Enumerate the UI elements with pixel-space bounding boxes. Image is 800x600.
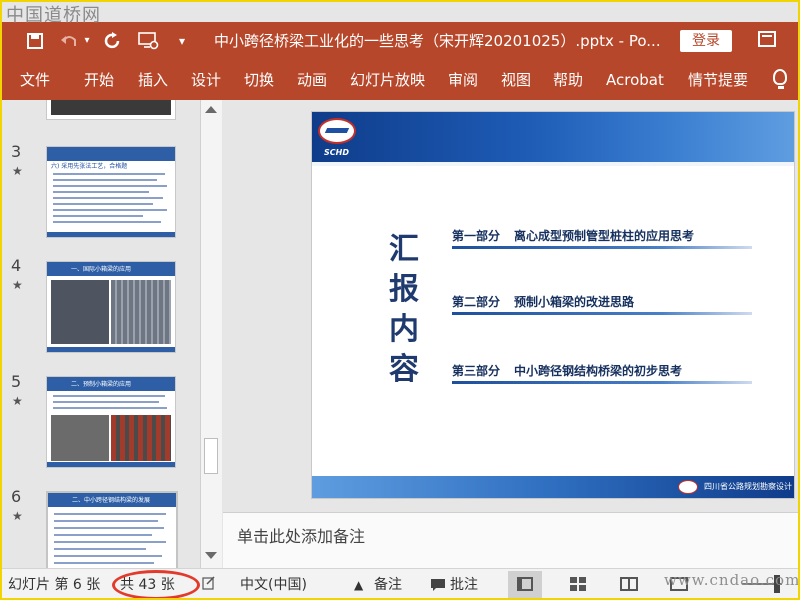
title-bar: ▾ ▾ 中小跨径桥梁工业化的一些思考（宋开辉20201025）.pptx - P… (2, 22, 798, 60)
thumbnail-heading: 二、预制小箱梁的应用 (71, 381, 132, 388)
agenda-rule (452, 312, 752, 315)
present-icon[interactable] (136, 28, 162, 54)
tell-me-bulb-icon[interactable] (773, 69, 787, 89)
logo-text: SCHD (324, 148, 349, 157)
slide-number: 6 (11, 487, 22, 506)
thumbnail-photo (51, 280, 109, 344)
thumbnail-heading: 二、中小跨径钢结构梁的发展 (72, 497, 151, 504)
language-indicator[interactable]: 中文(中国) (240, 575, 307, 595)
agenda-text: 离心成型预制管型桩柱的应用思考 (514, 229, 695, 243)
thumbnail-header (47, 147, 175, 161)
agenda-label: 第二部分 (452, 295, 501, 309)
notes-pane[interactable]: 单击此处添加备注 (223, 512, 798, 569)
undo-dropdown-icon[interactable]: ▾ (82, 28, 92, 54)
slide-thumbnail-pane[interactable]: 3 ★ 六) 采用先张法工艺，合格题 4 ★ 一、国际小箱梁的应用 5 ★ 二、… (2, 100, 200, 568)
animation-star-icon: ★ (12, 509, 23, 523)
slide-thumbnail-2[interactable] (46, 100, 176, 120)
highlight-circle (112, 570, 200, 598)
notes-placeholder[interactable]: 单击此处添加备注 (237, 523, 365, 547)
comments-toggle[interactable]: 批注 (450, 575, 478, 595)
notes-toggle[interactable]: 备注 (374, 575, 402, 595)
agenda-rule (452, 246, 752, 249)
window-title: 中小跨径桥梁工业化的一些思考（宋开辉20201025）.pptx - Po... (214, 32, 661, 50)
agenda-label: 第一部分 (452, 229, 501, 243)
current-slide[interactable]: SCHD 汇报内容 第一部分 离心成型预制管型桩柱的应用思考 第二部分 预制小箱梁的… (312, 112, 794, 498)
agenda-item-1[interactable]: 第一部分 离心成型预制管型桩柱的应用思考 (452, 227, 694, 244)
tab-view[interactable]: 视图 (501, 70, 531, 90)
thumbnail-heading: 六) 采用先张法工艺，合格题 (51, 163, 128, 170)
agenda-rule (452, 381, 752, 384)
scroll-down-arrow-icon[interactable] (205, 552, 217, 559)
ribbon-tabs: 文件 开始 插入 设计 切换 动画 幻灯片放映 审阅 视图 帮助 Acrobat… (2, 60, 798, 100)
slide-sorter-icon[interactable] (570, 577, 586, 591)
reading-view-icon[interactable] (620, 577, 638, 591)
app-window: ▾ ▾ 中小跨径桥梁工业化的一些思考（宋开辉20201025）.pptx - P… (0, 0, 800, 600)
redo-icon[interactable] (102, 28, 124, 54)
tab-animations[interactable]: 动画 (297, 70, 327, 90)
watermark-bottom: www.cndao.com (664, 571, 800, 589)
login-button[interactable]: 登录 (680, 30, 732, 52)
slide-number: 5 (11, 372, 22, 391)
tab-transitions[interactable]: 切换 (244, 70, 274, 90)
thumbnail-photo (51, 100, 171, 115)
animation-star-icon: ★ (12, 278, 23, 292)
tab-home[interactable]: 开始 (84, 70, 114, 90)
comments-icon[interactable] (430, 578, 446, 598)
thumbnail-photo (51, 415, 109, 461)
slide-number: 4 (11, 256, 22, 275)
slide-indicator: 幻灯片 第 6 张 (8, 577, 101, 593)
thumbnail-heading: 一、国际小箱梁的应用 (71, 266, 132, 273)
agenda-label: 第三部分 (452, 364, 501, 378)
customize-qa-icon[interactable]: ▾ (176, 28, 188, 54)
thumbnail-photo (111, 280, 171, 344)
tab-insert[interactable]: 插入 (138, 70, 168, 90)
undo-icon[interactable] (58, 28, 80, 54)
normal-view-button[interactable] (508, 571, 542, 598)
slide-thumbnail-3[interactable]: 六) 采用先张法工艺，合格题 (46, 146, 176, 238)
tab-acrobat[interactable]: Acrobat (606, 70, 664, 90)
agenda-item-3[interactable]: 第三部分 中小跨径钢结构桥梁的初步思考 (452, 362, 682, 379)
slide-footer-band: 四川省公路规划勘察设计 (312, 476, 794, 498)
agenda-item-2[interactable]: 第二部分 预制小箱梁的改进思路 (452, 293, 634, 310)
scrollbar-thumb[interactable] (204, 438, 218, 474)
animation-star-icon: ★ (12, 394, 23, 408)
slide-number: 3 (11, 142, 22, 161)
thumbnail-photo (111, 415, 171, 461)
thumbnail-scrollbar[interactable] (200, 100, 222, 568)
restore-icon[interactable] (758, 31, 776, 47)
tab-review[interactable]: 审阅 (448, 70, 478, 90)
slide-thumbnail-6-selected[interactable]: 二、中小跨径钢结构梁的发展 (46, 491, 178, 568)
slide-title[interactable]: 汇报内容 (384, 230, 424, 390)
spellcheck-icon[interactable] (202, 576, 216, 596)
agenda-text: 预制小箱梁的改进思路 (514, 295, 635, 309)
save-icon[interactable] (24, 28, 46, 54)
company-logo-icon (318, 118, 356, 144)
slide-editor: SCHD 汇报内容 第一部分 离心成型预制管型桩柱的应用思考 第二部分 预制小箱梁的… (223, 100, 798, 510)
scroll-up-arrow-icon[interactable] (205, 106, 217, 113)
tab-slideshow[interactable]: 幻灯片放映 (350, 70, 425, 90)
footer-logo-icon (678, 480, 698, 494)
slide-thumbnail-5[interactable]: 二、预制小箱梁的应用 (46, 376, 176, 468)
slide-header-band (312, 112, 794, 166)
watermark-top: 中国道桥网 (6, 5, 101, 26)
slide-thumbnail-4[interactable]: 一、国际小箱梁的应用 (46, 261, 176, 353)
notes-toggle-icon[interactable]: ▲ (354, 575, 363, 595)
animation-star-icon: ★ (12, 164, 23, 178)
tab-storyboarding[interactable]: 情节提要 (688, 70, 748, 90)
tab-file[interactable]: 文件 (20, 70, 50, 90)
tab-design[interactable]: 设计 (191, 70, 221, 90)
tab-help[interactable]: 帮助 (553, 70, 583, 90)
footer-text: 四川省公路规划勘察设计 (704, 482, 792, 491)
agenda-text: 中小跨径钢结构桥梁的初步思考 (514, 364, 683, 378)
